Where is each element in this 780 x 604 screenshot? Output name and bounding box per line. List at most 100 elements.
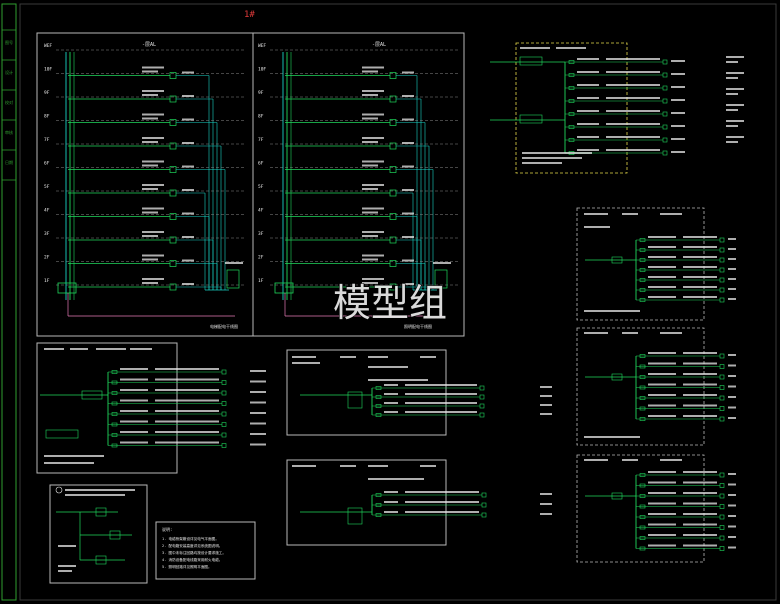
label-text-mark: [368, 379, 428, 381]
label-text-mark: [362, 113, 384, 116]
floor-label: 1F: [44, 278, 50, 284]
label-text-mark: [728, 248, 736, 250]
label-text-mark: [142, 254, 164, 257]
label-text-mark: [65, 489, 135, 491]
label-text-mark: [584, 310, 640, 312]
watermark: 模型组: [333, 281, 447, 325]
label-text-mark: [648, 492, 676, 494]
label-text-mark: [362, 211, 378, 214]
label-text-mark: [120, 431, 148, 433]
label-text-mark: [584, 213, 608, 215]
main-panel: [226, 269, 240, 289]
label-text-mark: [683, 513, 717, 515]
label-text-mark: [648, 513, 676, 515]
label-text-mark: [726, 61, 738, 63]
label-text-mark: [540, 395, 552, 397]
load-terminal: [221, 422, 227, 427]
label-text-mark: [577, 110, 599, 112]
label-text-mark: [726, 109, 738, 111]
label-text-mark: [728, 525, 736, 528]
label-text-mark: [648, 236, 676, 238]
label-text-mark: [648, 352, 676, 354]
label-text-mark: [726, 77, 738, 79]
label-text-mark: [155, 378, 219, 381]
floor-label: 6F: [44, 161, 50, 167]
label-text-mark: [402, 189, 414, 191]
label-text-mark: [384, 491, 398, 493]
load-terminal: [719, 472, 725, 478]
label-text-mark: [155, 441, 219, 444]
sidebar-label: 图号: [5, 39, 13, 45]
label-text-mark: [368, 366, 408, 368]
label-text-mark: [540, 493, 552, 495]
label-text-mark: [120, 420, 148, 423]
label-text-mark: [726, 141, 738, 143]
label-text-mark: [540, 513, 552, 515]
label-text-mark: [622, 332, 638, 334]
label-text-mark: [142, 113, 164, 116]
load-terminal: [719, 267, 725, 273]
label-text-mark: [182, 283, 194, 285]
label-text-mark: [70, 348, 88, 350]
label-text-mark: [606, 149, 660, 151]
label-text-mark: [402, 165, 414, 168]
notes-lines: 1. 电缆桥架敷设详见电气平面图。 2. 配电箱安装高度详见系统图说明。 3. 图中…: [162, 536, 226, 569]
label-text-mark: [182, 165, 194, 168]
load-terminal: [719, 385, 725, 390]
label-text-mark: [728, 473, 736, 475]
label-text-mark: [405, 402, 477, 404]
panel-right-1: [576, 207, 705, 321]
label-text-mark: [683, 362, 717, 365]
switch-box: [45, 429, 79, 439]
label-text-mark: [726, 56, 744, 58]
label-text-mark: [250, 401, 266, 404]
floor-label: 8F: [258, 114, 264, 120]
label-text-mark: [362, 137, 384, 139]
label-text-mark: [540, 386, 552, 388]
notes-title: 说明:: [162, 526, 172, 532]
meter-box: [519, 56, 543, 66]
floor-label: 9F: [44, 90, 50, 96]
sidebar-label: 审核: [5, 129, 13, 135]
label-text-mark: [402, 95, 414, 97]
label-text-mark: [728, 536, 736, 538]
label-text-mark: [250, 391, 266, 393]
label-text-mark: [577, 58, 599, 60]
label-text-mark: [726, 120, 744, 122]
label-text-mark: [671, 112, 685, 114]
label-text-mark: [648, 523, 676, 526]
label-text-mark: [728, 354, 736, 356]
label-text-mark: [362, 70, 378, 73]
note-line: 5. 照明回路详见照明平面图。: [162, 564, 212, 569]
label-text-mark: [142, 141, 158, 143]
load-terminal: [479, 412, 485, 418]
load-terminal: [719, 493, 725, 499]
label-text-mark: [142, 184, 164, 186]
label-text-mark: [606, 110, 660, 112]
load-terminal: [719, 353, 725, 359]
label-text-mark: [142, 282, 158, 284]
label-text-mark: [606, 71, 660, 73]
floor-label: 10F: [258, 67, 266, 73]
label-text-mark: [606, 123, 660, 125]
label-text-mark: [648, 296, 676, 298]
load-terminal: [662, 124, 668, 130]
label-text-mark: [44, 348, 64, 350]
label-text-mark: [648, 394, 676, 396]
load-terminal: [719, 287, 725, 293]
riser-right-header: -层AL: [372, 42, 386, 48]
label-text-mark: [142, 231, 164, 233]
label-text-mark: [433, 262, 451, 264]
label-text-mark: [155, 431, 219, 433]
label-text-mark: [384, 384, 398, 386]
label-text-mark: [648, 534, 676, 536]
label-text-mark: [671, 99, 685, 101]
label-text-mark: [362, 184, 384, 186]
load-terminal: [719, 525, 725, 530]
label-text-mark: [683, 246, 717, 248]
load-terminal: [662, 85, 668, 91]
load-terminal: [479, 394, 485, 400]
label-text-mark: [120, 441, 148, 444]
label-text-mark: [250, 370, 266, 372]
floor-label: 4F: [44, 208, 50, 214]
